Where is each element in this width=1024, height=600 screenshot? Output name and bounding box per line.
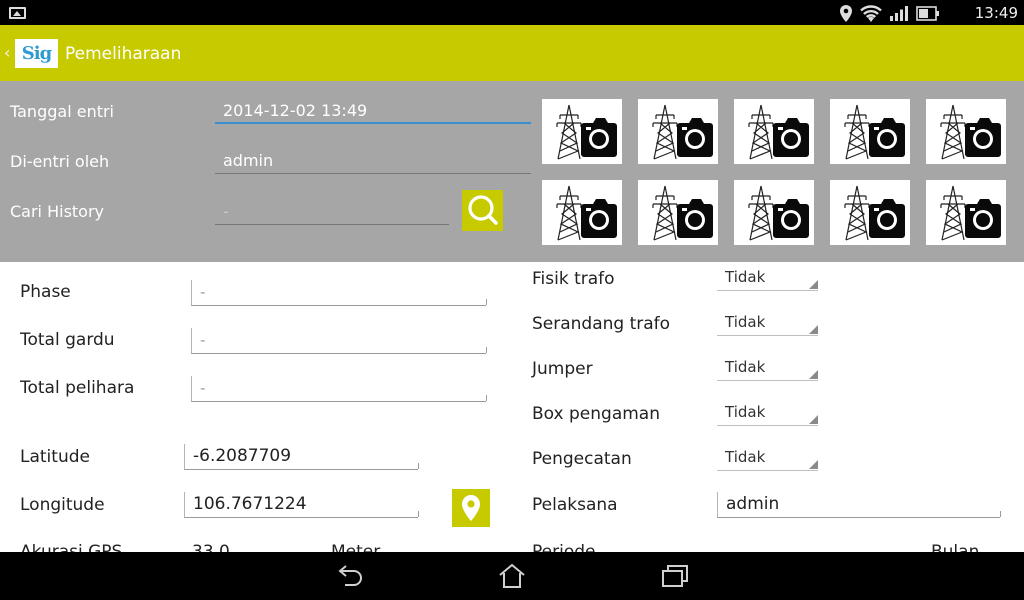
longitude-label: Longitude bbox=[20, 495, 105, 515]
back-chevron-icon[interactable]: ‹ bbox=[4, 43, 10, 63]
photo-slot[interactable] bbox=[638, 99, 718, 164]
wifi-icon bbox=[860, 4, 882, 22]
tower-camera-icon bbox=[748, 104, 809, 160]
photo-slot[interactable] bbox=[926, 99, 1006, 164]
phase-label: Phase bbox=[20, 282, 71, 302]
battery-icon bbox=[916, 5, 939, 21]
app-logo-text: Sig bbox=[21, 43, 52, 64]
action-bar: ‹ Sig Pemeliharaan bbox=[0, 25, 1024, 81]
tower-camera-icon bbox=[940, 185, 1001, 241]
total-gardu-label: Total gardu bbox=[20, 330, 115, 350]
map-location-button[interactable] bbox=[452, 489, 490, 527]
di-entri-oleh-field[interactable]: admin bbox=[215, 150, 531, 174]
pengecatan-label: Pengecatan bbox=[532, 449, 632, 469]
status-bar: 13:49 bbox=[0, 0, 1024, 25]
photo-slot[interactable] bbox=[830, 180, 910, 245]
tower-camera-icon bbox=[556, 104, 617, 160]
total-pelihara-input[interactable]: - bbox=[191, 376, 487, 402]
dropdown-triangle-icon bbox=[809, 415, 818, 424]
box-pengaman-value: Tidak bbox=[725, 403, 766, 421]
serandang-trafo-spinner[interactable]: Tidak bbox=[717, 311, 818, 336]
pelaksana-label: Pelaksana bbox=[532, 495, 618, 515]
entry-header-panel: Tanggal entri 2014-12-02 13:49 Di-entri … bbox=[0, 81, 1024, 262]
photo-slot[interactable] bbox=[638, 180, 718, 245]
pengecatan-value: Tidak bbox=[725, 448, 766, 466]
dropdown-triangle-icon bbox=[809, 280, 818, 289]
location-icon bbox=[840, 4, 852, 22]
photo-slot[interactable] bbox=[734, 180, 814, 245]
page-title: Pemeliharaan bbox=[65, 44, 182, 64]
clock: 13:49 bbox=[974, 4, 1018, 22]
tower-camera-icon bbox=[844, 104, 905, 160]
longitude-input[interactable]: 106.7671224 bbox=[184, 492, 419, 518]
fisik-trafo-value: Tidak bbox=[725, 268, 766, 286]
tower-camera-icon bbox=[748, 185, 809, 241]
tower-camera-icon bbox=[652, 185, 713, 241]
total-gardu-input[interactable]: - bbox=[191, 328, 487, 354]
serandang-trafo-value: Tidak bbox=[725, 313, 766, 331]
jumper-value: Tidak bbox=[725, 358, 766, 376]
tanggal-entri-label: Tanggal entri bbox=[10, 102, 114, 121]
photo-slot[interactable] bbox=[926, 180, 1006, 245]
photo-slot[interactable] bbox=[830, 99, 910, 164]
gallery-notification-icon bbox=[9, 7, 26, 19]
photo-slot[interactable] bbox=[734, 99, 814, 164]
home-nav-icon[interactable] bbox=[497, 562, 527, 590]
tower-camera-icon bbox=[844, 185, 905, 241]
total-pelihara-label: Total pelihara bbox=[20, 378, 135, 398]
search-history-button[interactable] bbox=[462, 190, 503, 231]
cari-history-label: Cari History bbox=[10, 202, 105, 221]
pengecatan-spinner[interactable]: Tidak bbox=[717, 446, 818, 471]
photo-slot[interactable] bbox=[542, 99, 622, 164]
tower-camera-icon bbox=[556, 185, 617, 241]
box-pengaman-spinner[interactable]: Tidak bbox=[717, 401, 818, 426]
signal-icon bbox=[890, 5, 908, 21]
app-logo[interactable]: Sig bbox=[15, 39, 58, 68]
back-nav-icon[interactable] bbox=[335, 562, 365, 590]
recent-apps-nav-icon[interactable] bbox=[660, 562, 690, 590]
navigation-bar bbox=[0, 552, 1024, 600]
latitude-label: Latitude bbox=[20, 447, 90, 467]
box-pengaman-label: Box pengaman bbox=[532, 404, 660, 424]
photo-slot[interactable] bbox=[542, 180, 622, 245]
tower-camera-icon bbox=[940, 104, 1001, 160]
di-entri-oleh-label: Di-entri oleh bbox=[10, 152, 110, 171]
fisik-trafo-label: Fisik trafo bbox=[532, 269, 615, 289]
dropdown-triangle-icon bbox=[809, 325, 818, 334]
dropdown-triangle-icon bbox=[809, 460, 818, 469]
search-icon bbox=[468, 195, 498, 225]
latitude-input[interactable]: -6.2087709 bbox=[184, 444, 419, 470]
jumper-spinner[interactable]: Tidak bbox=[717, 356, 818, 381]
jumper-label: Jumper bbox=[532, 359, 593, 379]
tanggal-entri-field[interactable]: 2014-12-02 13:49 bbox=[215, 100, 531, 124]
phase-input[interactable]: - bbox=[191, 280, 487, 306]
fisik-trafo-spinner[interactable]: Tidak bbox=[717, 266, 818, 291]
app-screen: 13:49 ‹ Sig Pemeliharaan Tanggal entri 2… bbox=[0, 0, 1024, 600]
pelaksana-input[interactable]: admin bbox=[717, 492, 1001, 518]
status-icons bbox=[840, 3, 940, 23]
map-pin-icon bbox=[462, 495, 480, 521]
dropdown-triangle-icon bbox=[809, 370, 818, 379]
cari-history-input[interactable]: - bbox=[215, 201, 449, 225]
tower-camera-icon bbox=[652, 104, 713, 160]
serandang-trafo-label: Serandang trafo bbox=[532, 314, 671, 334]
